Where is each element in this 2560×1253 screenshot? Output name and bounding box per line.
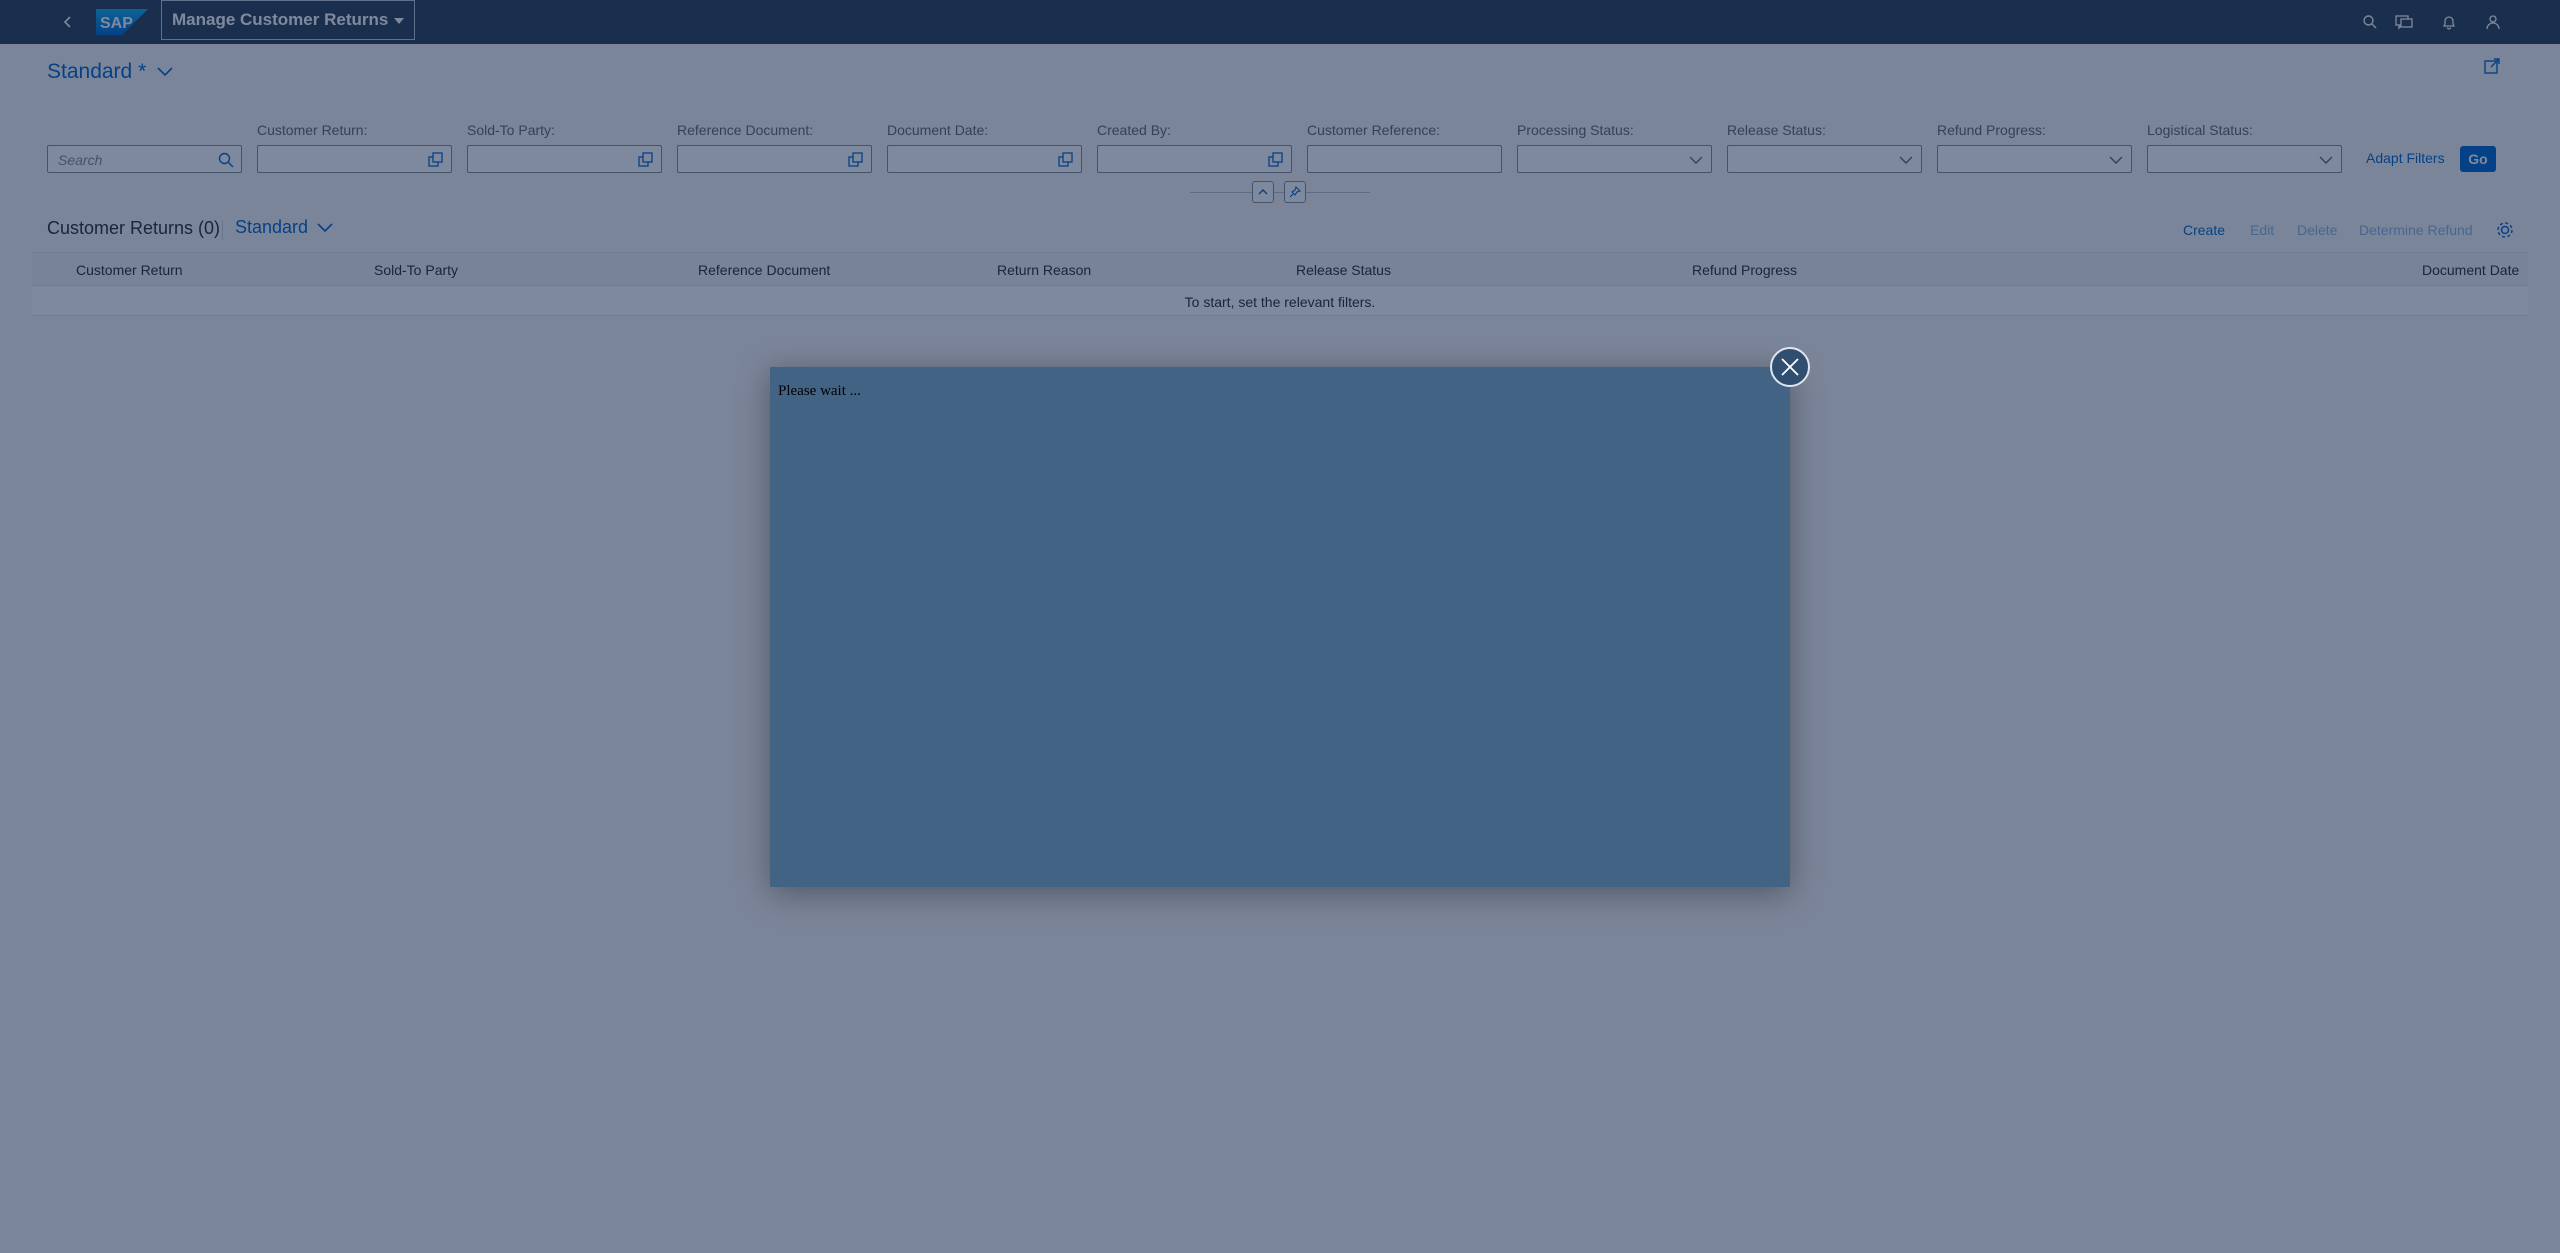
loading-dialog: Please wait ... bbox=[770, 367, 1790, 887]
close-dialog-button[interactable] bbox=[1770, 347, 1810, 387]
dialog-message: Please wait ... bbox=[778, 383, 861, 399]
close-icon bbox=[1781, 358, 1799, 376]
